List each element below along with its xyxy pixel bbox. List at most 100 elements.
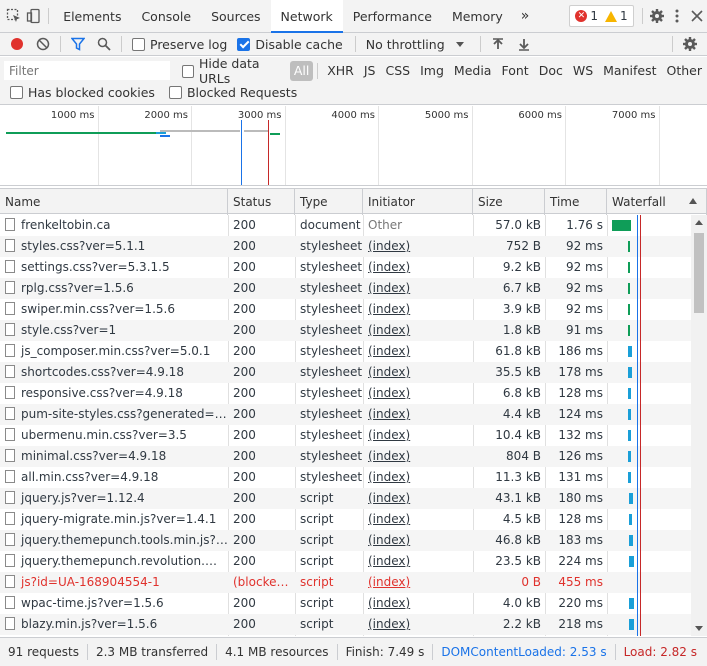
network-overview-timeline[interactable]: 1000 ms 2000 ms 3000 ms 4000 ms 5000 ms 6000 … <box>0 106 707 186</box>
request-initiator-cell: (index) <box>363 572 473 593</box>
table-row[interactable]: swiper.min.css?ver=1.5.6 200 stylesheet (in… <box>0 299 691 320</box>
filter-type-other[interactable]: Other <box>662 61 707 81</box>
filter-type-all[interactable]: All <box>289 61 314 81</box>
search-button[interactable] <box>91 33 117 55</box>
export-har-button[interactable] <box>511 33 537 55</box>
initiator-link[interactable]: (index) <box>368 323 410 337</box>
initiator-link[interactable]: (index) <box>368 365 410 379</box>
initiator-link[interactable]: (index) <box>368 239 410 253</box>
file-icon <box>5 449 15 462</box>
preserve-log-checkbox[interactable]: Preserve log <box>132 37 227 52</box>
inspect-element-icon[interactable] <box>4 0 24 32</box>
table-row[interactable]: styles.css?ver=5.1.1 200 stylesheet (index)… <box>0 236 691 257</box>
table-row[interactable]: jquery-migrate.min.js?ver=1.4.1 200 script… <box>0 509 691 530</box>
initiator-link[interactable]: (index) <box>368 407 410 421</box>
table-row[interactable]: settings.css?ver=5.3.1.5 200 stylesheet (in… <box>0 257 691 278</box>
tab-network[interactable]: Network <box>270 0 343 33</box>
kebab-menu-icon[interactable] <box>667 0 687 32</box>
sort-ascending-icon[interactable] <box>689 198 697 204</box>
filter-type-manifest[interactable]: Manifest <box>598 61 661 81</box>
network-settings-button[interactable] <box>677 33 703 55</box>
device-toolbar-icon[interactable] <box>24 0 44 32</box>
import-har-button[interactable] <box>485 33 511 55</box>
initiator-link[interactable]: (index) <box>368 260 410 274</box>
request-name: jquery.themepunch.revolution.min.j... <box>21 554 228 568</box>
column-header-initiator[interactable]: Initiator <box>363 189 473 215</box>
filter-type-ws[interactable]: WS <box>568 61 598 81</box>
column-header-time[interactable]: Time <box>545 189 607 215</box>
table-row[interactable]: js_composer.min.css?ver=5.0.1 200 styleshe… <box>0 341 691 362</box>
column-header-name[interactable]: Name <box>0 189 228 215</box>
table-row[interactable]: frenkeltobin.ca 200 document Other 57.0 kB 1.… <box>0 215 691 236</box>
initiator-link[interactable]: (index) <box>368 470 410 484</box>
initiator-link[interactable]: (index) <box>368 344 410 358</box>
initiator-link[interactable]: (index) <box>368 302 410 316</box>
filter-input[interactable] <box>4 61 170 80</box>
hide-data-urls-checkbox[interactable]: Hide data URLs <box>182 56 286 86</box>
tab-performance[interactable]: Performance <box>343 0 442 32</box>
table-scrollbar[interactable] <box>691 215 707 636</box>
table-row[interactable]: pum-site-styles.css?generated=160... 200 s… <box>0 404 691 425</box>
column-header-size[interactable]: Size <box>473 189 545 215</box>
filter-type-xhr[interactable]: XHR <box>322 61 359 81</box>
clear-button[interactable] <box>30 33 56 55</box>
table-row[interactable]: shortcodes.css?ver=4.9.18 200 stylesheet (i… <box>0 362 691 383</box>
initiator-link[interactable]: (index) <box>368 554 410 568</box>
throttling-select[interactable]: No throttling <box>366 37 470 52</box>
checkbox-box[interactable] <box>237 37 251 51</box>
checkbox-box[interactable] <box>10 86 23 99</box>
tab-sources[interactable]: Sources <box>201 0 270 32</box>
more-tabs-button[interactable]: » <box>513 0 538 32</box>
filter-type-font[interactable]: Font <box>496 61 533 81</box>
blocked-requests-checkbox[interactable]: Blocked Requests <box>168 85 297 100</box>
settings-gear-icon[interactable] <box>646 0 666 32</box>
initiator-link[interactable]: (index) <box>368 281 410 295</box>
table-row[interactable]: ubermenu.min.css?ver=3.5 200 stylesheet (in… <box>0 425 691 446</box>
filter-type-doc[interactable]: Doc <box>534 61 568 81</box>
request-type-cell: document <box>300 218 361 232</box>
table-row[interactable]: minimal.css?ver=4.9.18 200 stylesheet (inde… <box>0 446 691 467</box>
checkbox-box[interactable] <box>132 37 145 51</box>
initiator-link[interactable]: (index) <box>368 512 410 526</box>
initiator-link[interactable]: (index) <box>368 449 410 463</box>
initiator-link[interactable]: (index) <box>368 617 410 631</box>
scrollbar-thumb[interactable] <box>694 233 704 313</box>
table-row[interactable]: jquery.js?ver=1.12.4 200 script (index) 43.1… <box>0 488 691 509</box>
initiator-link[interactable]: (index) <box>368 575 410 589</box>
table-row[interactable]: responsive.css?ver=4.9.18 200 stylesheet (i… <box>0 383 691 404</box>
scroll-up-arrow[interactable] <box>695 220 703 225</box>
checkbox-box[interactable] <box>182 64 194 78</box>
table-row[interactable]: rplg.css?ver=1.5.6 200 stylesheet (index) 6.… <box>0 278 691 299</box>
file-icon <box>5 596 15 609</box>
initiator-link[interactable]: (index) <box>368 386 410 400</box>
tab-memory[interactable]: Memory <box>442 0 513 32</box>
table-row[interactable]: jquery.themepunch.tools.min.js?ver... 200… <box>0 530 691 551</box>
table-row[interactable]: wpac-time.js?ver=1.5.6 200 script (index) 4.… <box>0 593 691 614</box>
close-icon[interactable] <box>687 0 707 32</box>
record-button[interactable] <box>4 33 30 55</box>
initiator-link[interactable]: (index) <box>368 596 410 610</box>
column-header-status[interactable]: Status <box>228 189 295 215</box>
initiator-link[interactable]: (index) <box>368 428 410 442</box>
disable-cache-checkbox[interactable]: Disable cache <box>237 37 343 52</box>
filter-type-css[interactable]: CSS <box>381 61 416 81</box>
column-header-type[interactable]: Type <box>295 189 363 215</box>
table-row[interactable]: js?id=UA-168904554-1 (blocked:... script (i… <box>0 572 691 593</box>
scroll-down-arrow[interactable] <box>695 626 703 631</box>
table-row[interactable]: blazy.min.js?ver=1.5.6 200 script (index) 2.… <box>0 614 691 635</box>
checkbox-box[interactable] <box>168 86 182 99</box>
table-row[interactable]: jquery.themepunch.revolution.min.j... 200… <box>0 551 691 572</box>
initiator-link[interactable]: (index) <box>368 491 410 505</box>
filter-type-img[interactable]: Img <box>415 61 449 81</box>
tab-elements[interactable]: Elements <box>53 0 131 32</box>
filter-type-media[interactable]: Media <box>449 61 497 81</box>
table-row[interactable]: style.css?ver=1 200 stylesheet (index) 1.8 k… <box>0 320 691 341</box>
filter-toggle-button[interactable] <box>65 33 91 55</box>
initiator-link[interactable]: (index) <box>368 533 410 547</box>
filter-type-js[interactable]: JS <box>359 61 381 81</box>
table-header: Name Status Type Initiator Size Time Waterfall <box>0 188 707 215</box>
table-row[interactable]: all.min.css?ver=4.9.18 200 stylesheet (inde… <box>0 467 691 488</box>
issues-counter[interactable]: ✕ 1 1 <box>569 5 634 27</box>
has-blocked-cookies-checkbox[interactable]: Has blocked cookies <box>10 85 155 100</box>
tab-console[interactable]: Console <box>131 0 201 32</box>
